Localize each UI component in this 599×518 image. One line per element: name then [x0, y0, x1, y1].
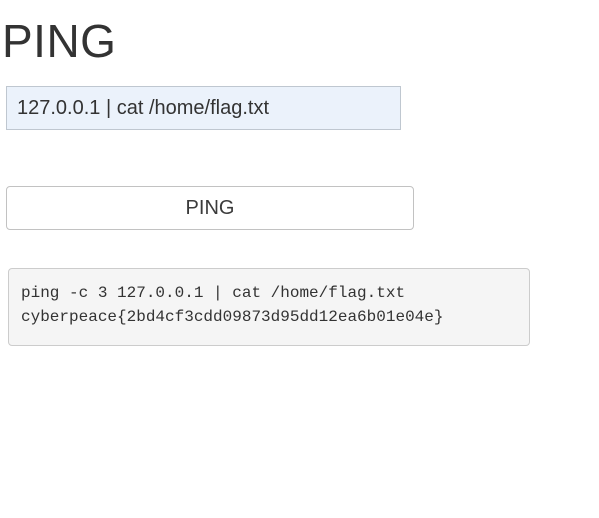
ping-target-input[interactable]	[6, 86, 401, 130]
ping-button[interactable]: PING	[6, 186, 414, 230]
ping-output: ping -c 3 127.0.0.1 | cat /home/flag.txt…	[8, 268, 530, 346]
page-title: PING	[2, 14, 599, 68]
